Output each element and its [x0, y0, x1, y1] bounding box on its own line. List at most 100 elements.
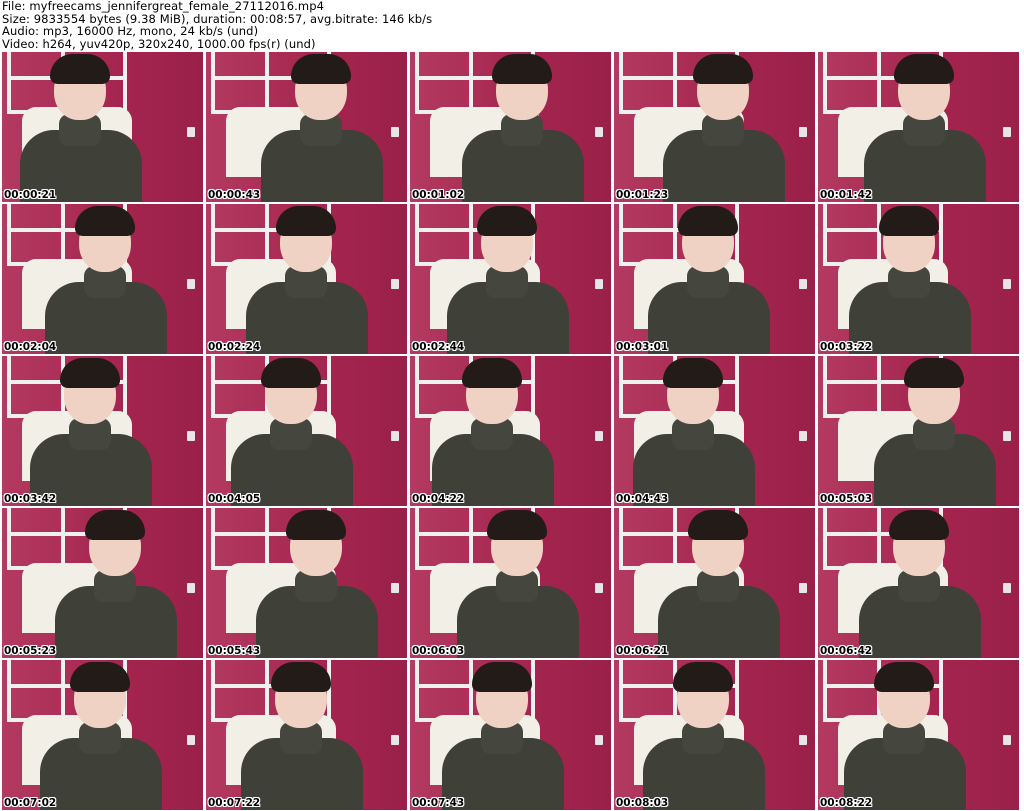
thumbnail-timestamp: 00:06:42 — [820, 645, 873, 657]
person-hair-graphic — [85, 510, 145, 540]
person-hair-graphic — [70, 662, 130, 692]
thumbnail-timestamp: 00:02:04 — [4, 341, 57, 353]
outlet-graphic — [595, 583, 603, 593]
person-hair-graphic — [874, 662, 934, 692]
thumbnail-timestamp: 00:03:01 — [616, 341, 669, 353]
person-hair-graphic — [477, 206, 537, 236]
video-thumbnail: 00:03:01 — [614, 204, 815, 354]
person-hair-graphic — [75, 206, 135, 236]
person-hair-graphic — [50, 54, 110, 84]
person-hair-graphic — [678, 206, 738, 236]
person-hair-graphic — [673, 662, 733, 692]
outlet-graphic — [391, 127, 399, 137]
person-hair-graphic — [492, 54, 552, 84]
video-info-line: Video: h264, yuv420p, 320x240, 1000.00 f… — [2, 36, 316, 51]
video-thumbnail: 00:03:42 — [2, 356, 203, 506]
video-thumbnail: 00:05:23 — [2, 508, 203, 658]
video-thumbnail: 00:05:03 — [818, 356, 1019, 506]
video-thumbnail: 00:08:03 — [614, 660, 815, 810]
outlet-graphic — [799, 279, 807, 289]
video-thumbnail: 00:01:23 — [614, 52, 815, 202]
person-hair-graphic — [879, 206, 939, 236]
video-thumbnail: 00:02:44 — [410, 204, 611, 354]
thumbnail-timestamp: 00:04:22 — [412, 493, 465, 505]
outlet-graphic — [799, 583, 807, 593]
video-thumbnail: 00:07:22 — [206, 660, 407, 810]
person-hair-graphic — [462, 358, 522, 388]
person-hair-graphic — [904, 358, 964, 388]
thumbnail-timestamp: 00:07:02 — [4, 797, 57, 809]
outlet-graphic — [391, 431, 399, 441]
person-hair-graphic — [894, 54, 954, 84]
video-thumbnail: 00:07:02 — [2, 660, 203, 810]
video-thumbnail: 00:04:05 — [206, 356, 407, 506]
video-thumbnail: 00:06:03 — [410, 508, 611, 658]
outlet-graphic — [595, 279, 603, 289]
thumbnail-timestamp: 00:05:03 — [820, 493, 873, 505]
person-hair-graphic — [276, 206, 336, 236]
person-hair-graphic — [889, 510, 949, 540]
outlet-graphic — [595, 431, 603, 441]
person-hair-graphic — [472, 662, 532, 692]
video-thumbnail: 00:00:43 — [206, 52, 407, 202]
file-name-line: File: myfreecams_jennifergreat_female_27… — [2, 0, 325, 13]
person-hair-graphic — [487, 510, 547, 540]
outlet-graphic — [187, 583, 195, 593]
thumbnail-timestamp: 00:08:22 — [820, 797, 873, 809]
outlet-graphic — [1003, 431, 1011, 441]
thumbnail-timestamp: 00:04:05 — [208, 493, 261, 505]
outlet-graphic — [187, 279, 195, 289]
thumbnail-timestamp: 00:03:22 — [820, 341, 873, 353]
thumbnail-timestamp: 00:07:43 — [412, 797, 465, 809]
video-thumbnail: 00:04:22 — [410, 356, 611, 506]
person-hair-graphic — [286, 510, 346, 540]
video-thumbnail: 00:02:24 — [206, 204, 407, 354]
outlet-graphic — [391, 279, 399, 289]
person-hair-graphic — [663, 358, 723, 388]
thumbnail-timestamp: 00:06:21 — [616, 645, 669, 657]
thumbnail-timestamp: 00:04:43 — [616, 493, 669, 505]
thumbnail-timestamp: 00:03:42 — [4, 493, 57, 505]
audio-info-line: Audio: mp3, 16000 Hz, mono, 24 kb/s (und… — [2, 24, 259, 38]
outlet-graphic — [799, 431, 807, 441]
person-hair-graphic — [688, 510, 748, 540]
outlet-graphic — [187, 735, 195, 745]
thumbnail-timestamp: 00:07:22 — [208, 797, 261, 809]
outlet-graphic — [187, 127, 195, 137]
thumbnail-timestamp: 00:00:21 — [4, 189, 57, 201]
outlet-graphic — [187, 431, 195, 441]
video-thumbnail: 00:00:21 — [2, 52, 203, 202]
video-thumbnail: 00:05:43 — [206, 508, 407, 658]
outlet-graphic — [1003, 735, 1011, 745]
person-hair-graphic — [261, 358, 321, 388]
thumbnail-timestamp: 00:01:23 — [616, 189, 669, 201]
video-thumbnail: 00:06:42 — [818, 508, 1019, 658]
outlet-graphic — [1003, 127, 1011, 137]
thumbnail-timestamp: 00:02:44 — [412, 341, 465, 353]
thumbnail-timestamp: 00:02:24 — [208, 341, 261, 353]
video-info-header: File: myfreecams_jennifergreat_female_27… — [2, 0, 1022, 50]
thumbnail-timestamp: 00:05:23 — [4, 645, 57, 657]
thumbnail-timestamp: 00:08:03 — [616, 797, 669, 809]
outlet-graphic — [595, 127, 603, 137]
outlet-graphic — [1003, 583, 1011, 593]
outlet-graphic — [595, 735, 603, 745]
video-thumbnail: 00:02:04 — [2, 204, 203, 354]
person-hair-graphic — [60, 358, 120, 388]
thumbnail-timestamp: 00:01:02 — [412, 189, 465, 201]
video-thumbnail: 00:01:02 — [410, 52, 611, 202]
outlet-graphic — [799, 127, 807, 137]
outlet-graphic — [799, 735, 807, 745]
video-thumbnail: 00:07:43 — [410, 660, 611, 810]
video-thumbnail: 00:08:22 — [818, 660, 1019, 810]
person-hair-graphic — [271, 662, 331, 692]
video-thumbnail: 00:03:22 — [818, 204, 1019, 354]
video-thumbnail: 00:01:42 — [818, 52, 1019, 202]
thumbnail-timestamp: 00:00:43 — [208, 189, 261, 201]
thumbnail-grid: 00:00:21 00:00:43 00:01:02 00:01:23 00:01:42… — [0, 50, 1024, 811]
person-hair-graphic — [693, 54, 753, 84]
outlet-graphic — [391, 735, 399, 745]
person-hair-graphic — [291, 54, 351, 84]
thumbnail-timestamp: 00:06:03 — [412, 645, 465, 657]
outlet-graphic — [1003, 279, 1011, 289]
